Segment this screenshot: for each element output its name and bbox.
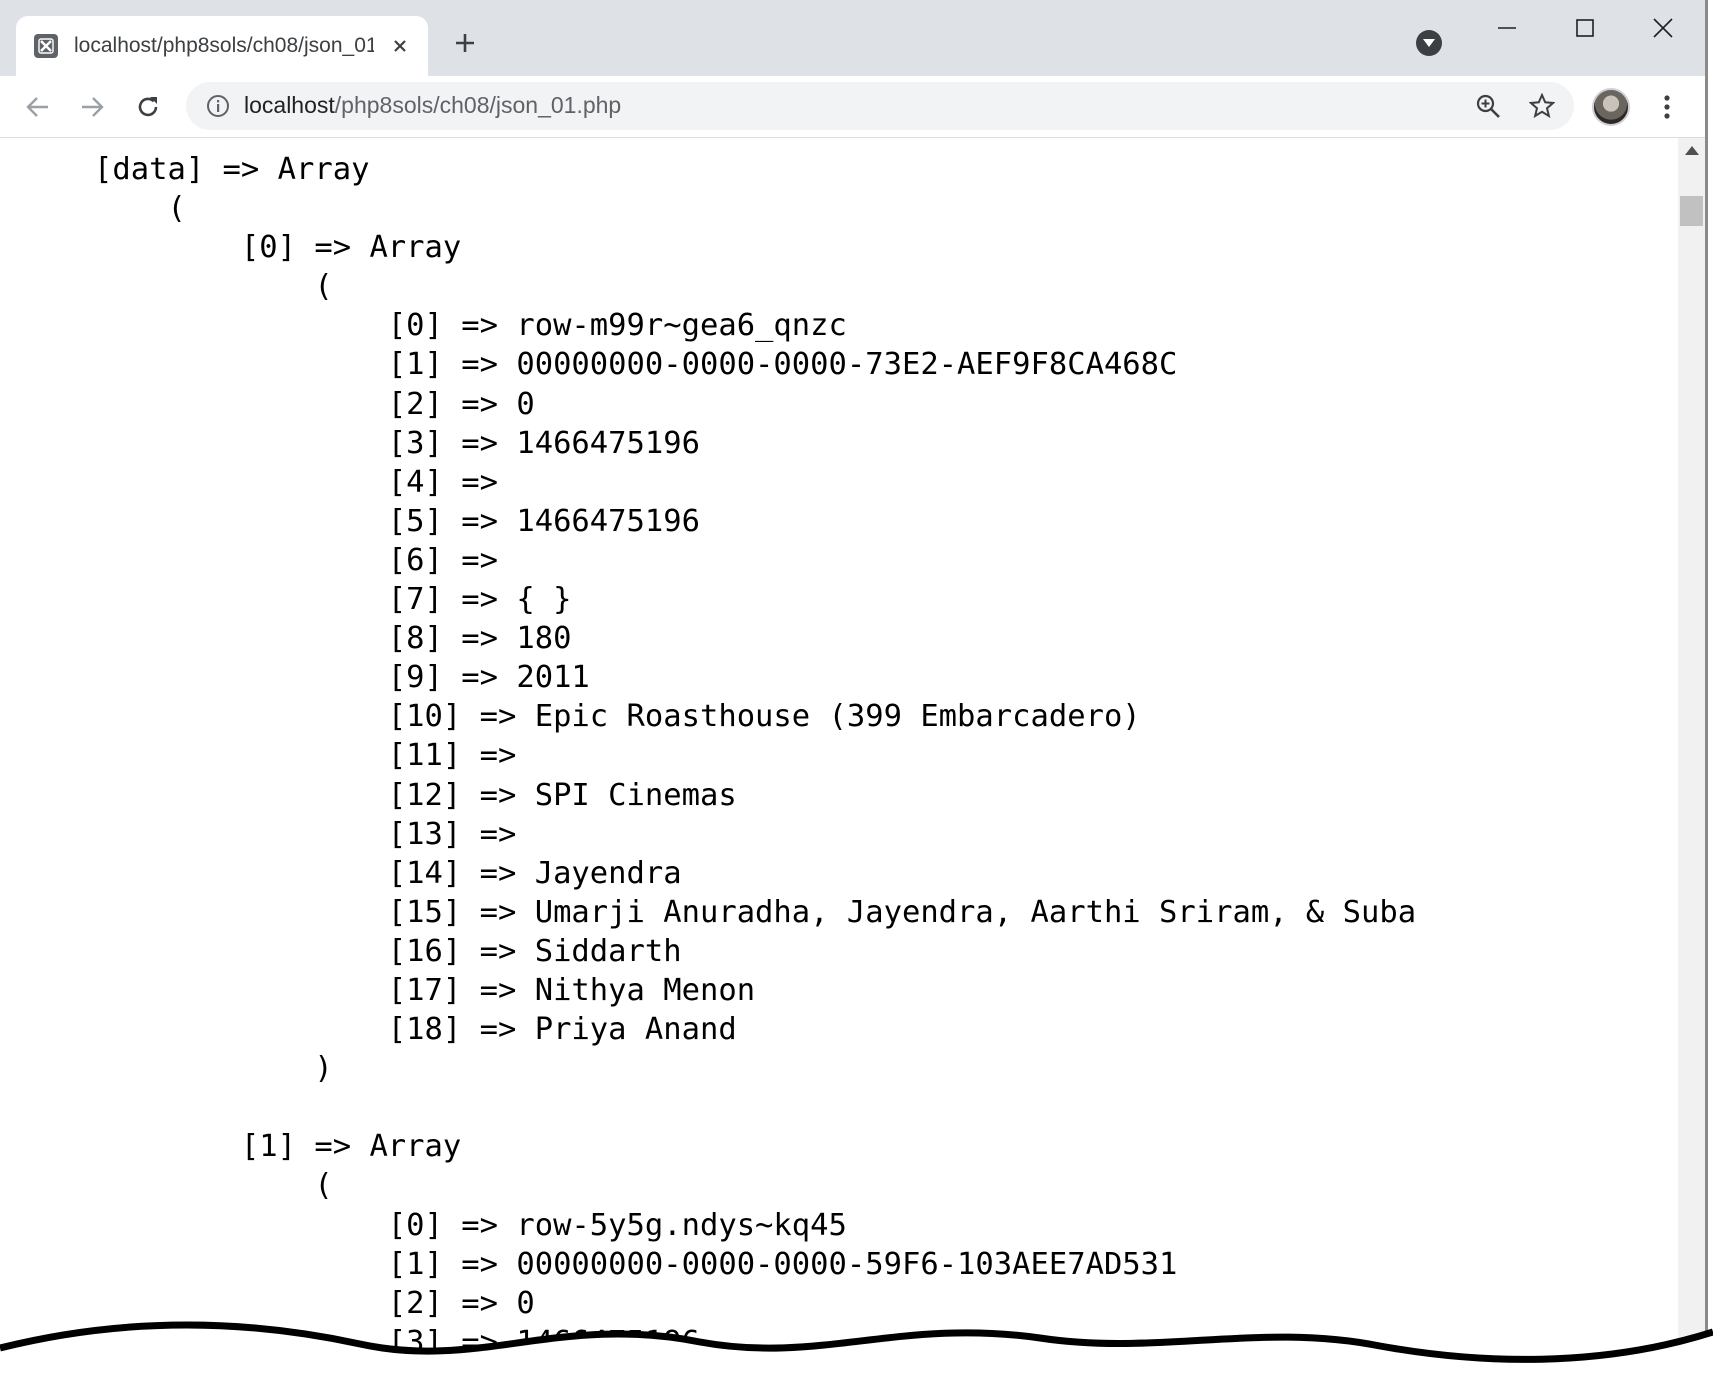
torn-edge-decoration	[0, 1321, 1713, 1382]
output-line: [12] => SPI Cinemas	[94, 777, 737, 813]
output-line: [1] => Array	[94, 1129, 462, 1165]
new-tab-plus-icon[interactable]	[448, 26, 482, 60]
page-content: [data] => Array ( [0] => Array ( [0] => …	[0, 138, 1678, 1360]
output-line: (	[94, 191, 186, 227]
site-info-icon[interactable]	[206, 94, 230, 118]
back-arrow-icon[interactable]	[18, 87, 58, 127]
zoom-icon[interactable]	[1474, 92, 1502, 120]
output-line: [8] => 180	[94, 621, 572, 657]
url-path: /php8sols/ch08/json_01.php	[334, 92, 622, 118]
output-line: [15] => Umarji Anuradha, Jayendra, Aarth…	[94, 894, 1417, 930]
kebab-menu-icon[interactable]	[1652, 92, 1682, 122]
output-line: [0] => row-m99r~gea6_qnzc	[94, 308, 847, 344]
vertical-scrollbar[interactable]	[1678, 138, 1705, 1360]
output-line: [0] => Array	[94, 230, 462, 266]
print-r-output: [data] => Array ( [0] => Array ( [0] => …	[94, 150, 1416, 1360]
bookmark-star-icon[interactable]	[1528, 92, 1556, 120]
output-line: [11] =>	[94, 738, 517, 774]
minimize-icon[interactable]	[1484, 8, 1530, 48]
url-host: localhost	[244, 92, 335, 118]
title-bar: localhost/php8sols/ch08/json_01	[0, 0, 1705, 76]
browser-window: localhost/php8sols/ch08/json_01 localhos…	[0, 0, 1708, 1360]
output-line: (	[94, 1168, 333, 1204]
output-line: [18] => Priya Anand	[94, 1012, 737, 1048]
output-line: )	[94, 1051, 333, 1087]
output-line: [2] => 0	[94, 1285, 535, 1321]
output-line: [3] => 1466475196	[94, 425, 700, 461]
output-line: [17] => Nithya Menon	[94, 972, 756, 1008]
output-line: [1] => 00000000-0000-0000-59F6-103AEE7AD…	[94, 1246, 1178, 1282]
forward-arrow-icon[interactable]	[72, 87, 112, 127]
tab-search-icon[interactable]	[1416, 30, 1442, 56]
output-line: [7] => { }	[94, 582, 572, 618]
output-line: [4] =>	[94, 464, 498, 500]
output-line: [0] => row-5y5g.ndys~kq45	[94, 1207, 847, 1243]
xampp-favicon-icon	[34, 34, 58, 58]
output-line: [1] => 00000000-0000-0000-73E2-AEF9F8CA4…	[94, 347, 1178, 383]
output-line: [13] =>	[94, 816, 517, 852]
url-text[interactable]: localhost/php8sols/ch08/json_01.php	[244, 92, 621, 119]
window-close-icon[interactable]	[1640, 8, 1686, 48]
active-tab[interactable]: localhost/php8sols/ch08/json_01	[16, 16, 428, 76]
address-bar[interactable]: localhost/php8sols/ch08/json_01.php	[186, 82, 1574, 130]
output-line: [14] => Jayendra	[94, 855, 682, 891]
profile-avatar[interactable]	[1592, 88, 1630, 126]
browser-toolbar: localhost/php8sols/ch08/json_01.php	[0, 76, 1705, 138]
output-line: (	[94, 269, 333, 305]
tab-close-icon[interactable]	[388, 34, 412, 58]
output-line: [data] => Array	[94, 152, 370, 187]
output-line: [10] => Epic Roasthouse (399 Embarcadero…	[94, 699, 1141, 735]
scroll-up-arrow-icon[interactable]	[1685, 146, 1699, 155]
scroll-thumb[interactable]	[1680, 196, 1703, 226]
output-line: [6] =>	[94, 542, 498, 578]
output-line: [2] => 0	[94, 386, 535, 422]
tab-title: localhost/php8sols/ch08/json_01	[74, 34, 374, 57]
reload-icon[interactable]	[128, 87, 168, 127]
output-line: [16] => Siddarth	[94, 933, 682, 969]
output-line: [5] => 1466475196	[94, 503, 700, 539]
maximize-icon[interactable]	[1562, 8, 1608, 48]
output-line: [9] => 2011	[94, 660, 590, 696]
